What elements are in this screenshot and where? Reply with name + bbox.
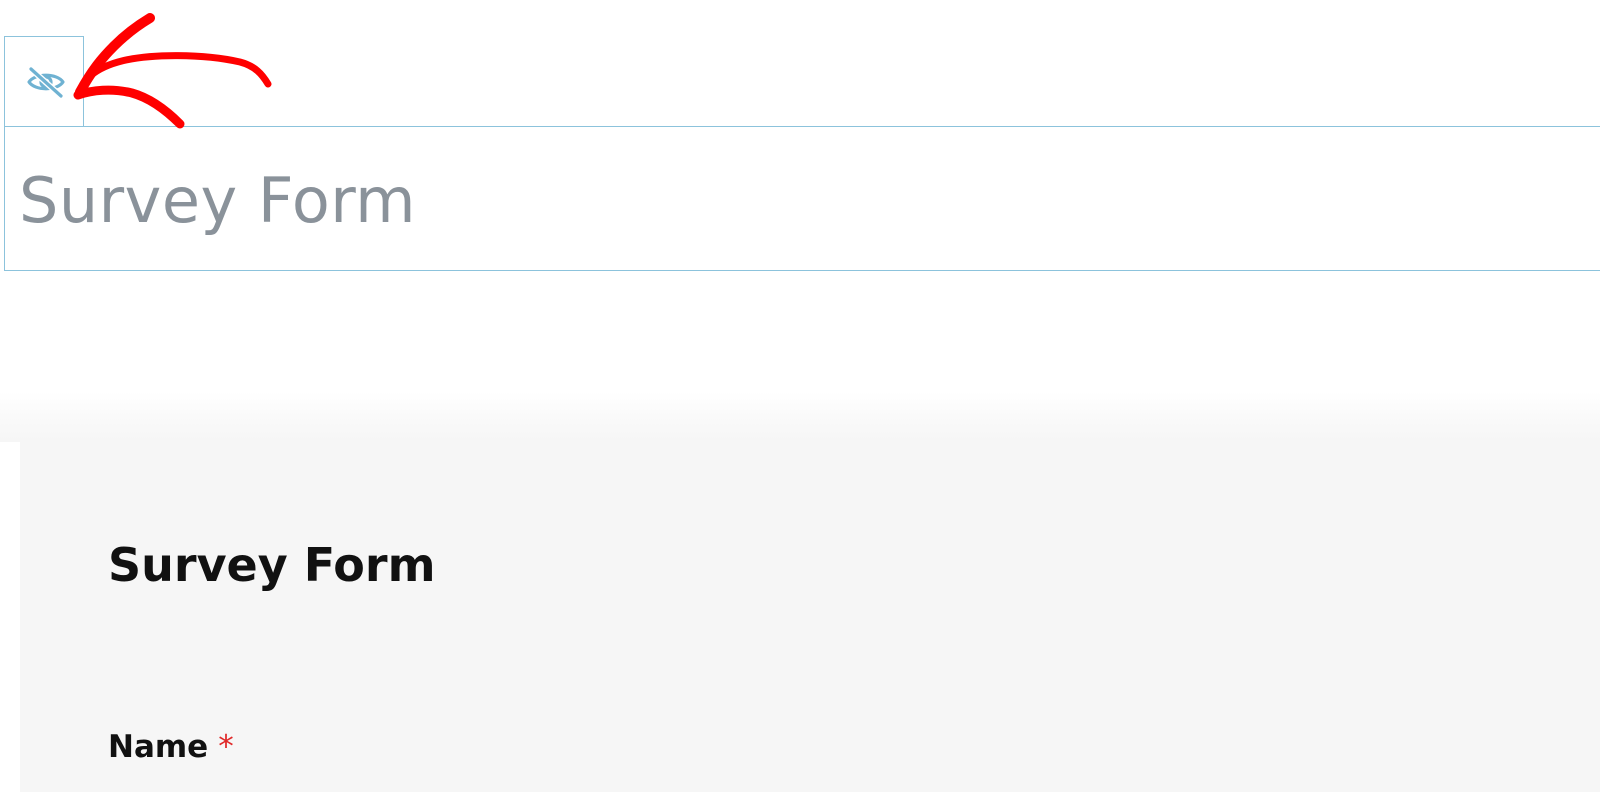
name-field-label: Name * bbox=[108, 727, 234, 767]
eye-slash-icon bbox=[27, 66, 65, 99]
hide-title-button[interactable] bbox=[4, 36, 84, 126]
form-preview: Survey Form Name * bbox=[20, 441, 1600, 792]
title-block[interactable]: Survey Form bbox=[4, 126, 1600, 271]
required-marker: * bbox=[218, 729, 234, 765]
preview-separator bbox=[0, 392, 1600, 442]
editor-canvas: Survey Form Survey Form Name * bbox=[0, 0, 1600, 792]
name-field-label-text: Name bbox=[108, 729, 209, 765]
form-title-input[interactable]: Survey Form bbox=[19, 161, 416, 241]
form-heading: Survey Form bbox=[108, 538, 436, 592]
